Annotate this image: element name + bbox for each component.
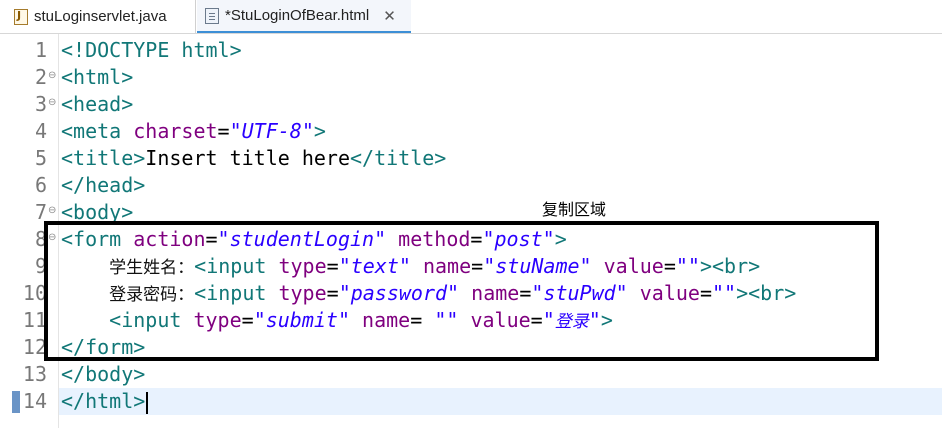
line-number: 1	[34, 38, 47, 62]
html-file-icon	[205, 7, 219, 24]
code-text[interactable]: <meta charset="UTF-8">	[61, 118, 326, 145]
attr-token: charset	[133, 119, 218, 143]
code-line: 1 <!DOCTYPE html>	[0, 37, 942, 64]
line-number: 10	[22, 281, 47, 305]
code-line: 5 <title>Insert title here</title>	[0, 145, 942, 172]
tab-stuloginofbear-html[interactable]: *StuLoginOfBear.html ✕	[197, 0, 411, 33]
tab-stuloginservlet-java[interactable]: stuLoginservlet.java	[0, 0, 196, 33]
line-number: 12	[22, 335, 47, 359]
tab-label: stuLoginservlet.java	[34, 8, 167, 25]
line-number: 2	[34, 65, 47, 89]
code-text[interactable]: </body>	[61, 361, 145, 388]
line-number: 8	[34, 227, 47, 251]
tag-end-token: >	[313, 119, 326, 143]
line-number: 6	[34, 173, 47, 197]
code-line: 14 </html>	[0, 388, 942, 415]
code-text[interactable]: <!DOCTYPE html>	[61, 37, 242, 64]
code-text[interactable]: <head>	[61, 91, 133, 118]
fold-toggle-icon[interactable]: ⊖	[48, 71, 56, 81]
close-icon[interactable]: ✕	[383, 7, 396, 25]
code-line: 2 ⊖ <html>	[0, 64, 942, 91]
line-number: 13	[22, 362, 47, 386]
code-line: 6 </head>	[0, 172, 942, 199]
copy-region-label: 复制区域	[542, 200, 607, 219]
text-caret	[146, 392, 149, 414]
code-text[interactable]: </head>	[61, 172, 145, 199]
line-number: 4	[34, 119, 47, 143]
code-line: 13 </body>	[0, 361, 942, 388]
code-text[interactable]: <title>Insert title here</title>	[61, 145, 446, 172]
code-text[interactable]: </html>	[61, 388, 145, 415]
text-token: Insert title here	[145, 146, 350, 170]
tag-token: </title>	[350, 146, 447, 170]
eq-token: =	[217, 119, 230, 143]
code-text[interactable]: <html>	[61, 64, 133, 91]
fold-toggle-icon[interactable]: ⊖	[48, 98, 56, 108]
copy-region-box	[44, 221, 879, 361]
tag-token: <title>	[61, 146, 146, 170]
java-file-icon	[14, 8, 28, 25]
line-number: 9	[34, 254, 47, 278]
line-number: 14	[22, 389, 47, 413]
line-number: 5	[34, 146, 47, 170]
tag-token: <meta	[61, 119, 134, 143]
value-token: "UTF-8"	[229, 119, 314, 143]
line-number: 7	[34, 200, 47, 224]
code-line: 4 <meta charset="UTF-8">	[0, 118, 942, 145]
editor-tab-bar: stuLoginservlet.java *StuLoginOfBear.htm…	[0, 0, 942, 34]
line-number: 11	[22, 308, 47, 332]
tab-label: *StuLoginOfBear.html	[225, 7, 370, 24]
line-number: 3	[34, 92, 47, 116]
code-line: 3 ⊖ <head>	[0, 91, 942, 118]
fold-toggle-icon[interactable]: ⊖	[48, 206, 56, 216]
